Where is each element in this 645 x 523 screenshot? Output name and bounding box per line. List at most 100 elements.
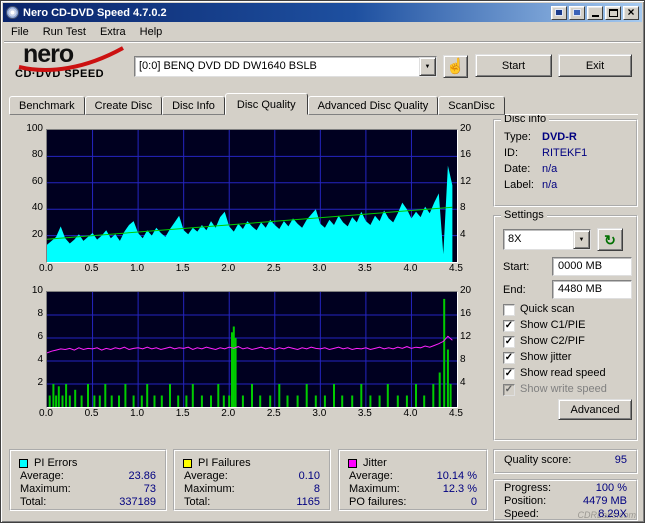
axis-tick: 60: [31, 175, 43, 187]
axis-tick: 6: [37, 331, 43, 342]
chevron-down-icon[interactable]: ▼: [573, 230, 590, 249]
disc-info-row: ID: RITEKF1: [504, 147, 588, 159]
jitter-stats-panel: Jitter Average: 10.14 % Maximum: 12.3 % PO…: [338, 449, 488, 511]
axis-tick: 20: [460, 123, 472, 134]
advanced-button[interactable]: Advanced: [558, 399, 632, 420]
menu-extra[interactable]: Extra: [93, 24, 133, 40]
axis-tick: 12: [460, 175, 472, 187]
scan-speed-value: 8X: [508, 233, 522, 245]
tab-strip: Benchmark Create Disc Disc Info Disc Qua…: [9, 93, 505, 115]
stats-row: PO failures: 0: [349, 496, 477, 508]
axis-tick: 8: [37, 308, 43, 319]
checkbox-icon: ✓: [503, 351, 515, 364]
maximize-button[interactable]: [605, 5, 621, 20]
tab-create-disc[interactable]: Create Disc: [84, 96, 163, 115]
start-position-field[interactable]: 0000 MB: [552, 257, 632, 276]
nero-logo-swoosh: [18, 46, 124, 72]
pi-errors-plot: [46, 129, 458, 263]
disc-info-group: Disc info Type: DVD-R ID: RITEKF1 Date: n/a…: [493, 113, 638, 207]
tray-icon: [555, 9, 563, 16]
axis-tick: 3.0: [312, 263, 327, 274]
end-position-field[interactable]: 4480 MB: [552, 280, 632, 299]
axis-tick: 4: [37, 354, 43, 365]
tab-scandisc[interactable]: ScanDisc: [438, 96, 505, 115]
scan-speed-select[interactable]: 8X ▼: [503, 229, 591, 250]
axis-tick: 4: [460, 377, 466, 388]
checkbox-show-c2-pif[interactable]: ✓ Show C2/PIF: [503, 335, 585, 348]
stats-row: Average: 0.10: [184, 470, 320, 482]
close-icon: ×: [627, 5, 635, 19]
stats-row: Total: 337189: [20, 496, 156, 508]
menu-file[interactable]: File: [4, 24, 36, 40]
axis-tick: 12: [460, 331, 472, 342]
start-button[interactable]: Start: [475, 54, 552, 77]
stats-row: Maximum: 12.3 %: [349, 483, 477, 495]
watermark: CDRLabs.com: [577, 510, 636, 520]
axis-tick: 4.5: [449, 408, 463, 419]
checkbox-quick-scan[interactable]: Quick scan: [503, 303, 574, 316]
checkbox-show-c1-pie[interactable]: ✓ Show C1/PIE: [503, 319, 585, 332]
stats-row: Maximum: 8: [184, 483, 320, 495]
tab-disc-info[interactable]: Disc Info: [162, 96, 225, 115]
checkbox-show-write-speed[interactable]: ✓ Show write speed: [503, 383, 607, 396]
axis-tick: 1.0: [130, 263, 145, 274]
axis-tick: 0.0: [39, 408, 53, 419]
refresh-icon: ↻: [604, 231, 616, 248]
checkbox-icon: ✓: [503, 335, 515, 348]
progress-row: Progress: 100 %: [504, 482, 627, 494]
axis-tick: 0.5: [84, 263, 99, 274]
stats-row: Average: 10.14 %: [349, 470, 477, 482]
window-icon: [573, 9, 581, 16]
axis-tick: 2.5: [266, 408, 281, 419]
axis-tick: 1.5: [175, 263, 190, 274]
menu-run-test[interactable]: Run Test: [36, 24, 93, 40]
axis-tick: 1.0: [130, 408, 145, 419]
tab-advanced-disc-quality[interactable]: Advanced Disc Quality: [307, 96, 439, 115]
axis-tick: 100: [26, 123, 43, 134]
nero-logo: nero CD·DVD SPEED: [15, 42, 140, 83]
quality-score-panel: Quality score: 95: [493, 449, 638, 474]
checkbox-icon: [503, 303, 515, 316]
axis-tick: 4.0: [403, 263, 418, 274]
axis-tick: 16: [460, 149, 472, 161]
settings-group: Settings 8X ▼ ↻ Start: 0000 MB End: 4480…: [493, 209, 638, 441]
eject-disc-button[interactable]: ☝: [443, 55, 468, 78]
tab-disc-quality[interactable]: Disc Quality: [224, 93, 308, 115]
close-button[interactable]: ×: [623, 5, 639, 20]
window-title: Nero CD-DVD Speed 4.7.0.2: [23, 6, 167, 19]
axis-tick: 4.5: [449, 263, 463, 274]
titlebar-extra-button-2[interactable]: [569, 5, 585, 20]
maximize-icon: [608, 8, 618, 17]
checkbox-icon: ✓: [503, 319, 515, 332]
axis-tick: 3.5: [357, 263, 372, 274]
axis-tick: 2.0: [221, 263, 236, 274]
position-row: Position: 4479 MB: [504, 495, 627, 507]
chevron-down-icon[interactable]: ▼: [419, 57, 436, 76]
minimize-button[interactable]: [587, 5, 603, 20]
checkbox-show-read-speed[interactable]: ✓ Show read speed: [503, 367, 606, 380]
axis-tick: 2.5: [266, 263, 281, 274]
axis-tick: 3.5: [357, 408, 372, 419]
exit-button[interactable]: Exit: [558, 54, 632, 77]
start-position-label: Start:: [503, 261, 530, 273]
checkbox-icon: ✓: [503, 383, 515, 396]
axis-tick: 16: [460, 308, 472, 319]
pi-errors-legend-swatch: [19, 458, 28, 468]
drive-selector-value: [0:0] BENQ DVD DD DW1640 BSLB: [139, 60, 317, 72]
tab-benchmark[interactable]: Benchmark: [9, 96, 85, 115]
axis-tick: 3.0: [312, 408, 327, 419]
stats-title: PI Failures: [198, 457, 251, 469]
checkbox-icon: ✓: [503, 367, 515, 380]
end-position-label: End:: [503, 284, 526, 296]
menu-help[interactable]: Help: [133, 24, 170, 40]
titlebar-extra-button-1[interactable]: [551, 5, 567, 20]
stats-title: PI Errors: [34, 457, 78, 469]
quality-score-label: Quality score:: [504, 454, 572, 466]
app-icon: [6, 6, 19, 19]
drive-selector[interactable]: [0:0] BENQ DVD DD DW1640 BSLB ▼: [134, 56, 437, 77]
refresh-button[interactable]: ↻: [597, 228, 623, 251]
app-window: Nero CD-DVD Speed 4.7.0.2 × File Run Tes…: [0, 0, 645, 523]
disc-info-row: Date: n/a: [504, 163, 558, 175]
checkbox-show-jitter[interactable]: ✓ Show jitter: [503, 351, 571, 364]
axis-tick: 4: [460, 228, 466, 240]
